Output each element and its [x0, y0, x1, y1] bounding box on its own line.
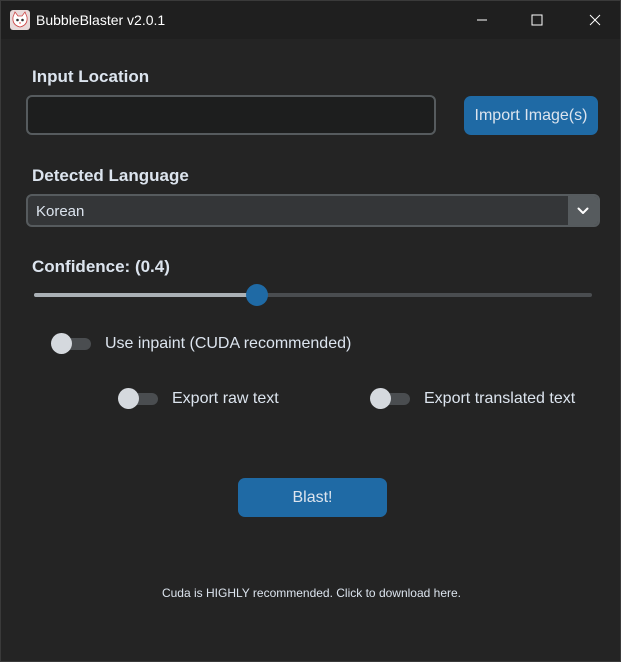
confidence-slider[interactable] — [34, 284, 592, 306]
switch-knob — [370, 388, 391, 409]
app-window: BubbleBlaster v2.0.1 Input Location Impo… — [0, 0, 621, 662]
language-dropdown-toggle[interactable] — [568, 196, 598, 225]
chevron-down-icon — [577, 207, 589, 214]
title-bar[interactable]: BubbleBlaster v2.0.1 — [1, 1, 620, 39]
blast-button[interactable]: Blast! — [238, 478, 387, 517]
input-location-field[interactable] — [26, 95, 436, 135]
language-selected-value: Korean — [36, 203, 85, 220]
export-translated-switch[interactable] — [370, 388, 410, 409]
language-dropdown[interactable]: Korean — [26, 194, 600, 227]
confidence-slider-thumb[interactable] — [246, 284, 269, 306]
export-translated-label: Export translated text — [424, 390, 576, 407]
cuda-download-link[interactable]: Cuda is HIGHLY recommended. Click to dow… — [1, 586, 621, 600]
maximize-icon — [531, 14, 543, 26]
import-images-button[interactable]: Import Image(s) — [464, 96, 598, 135]
cat-face-icon — [10, 10, 30, 30]
inpaint-switch[interactable] — [51, 333, 91, 354]
close-button[interactable] — [572, 1, 618, 39]
confidence-slider-fill — [34, 293, 258, 297]
close-icon — [589, 14, 601, 26]
detected-language-label: Detected Language — [32, 166, 189, 185]
maximize-button[interactable] — [514, 1, 560, 39]
input-location-label: Input Location — [32, 67, 150, 86]
confidence-label: Confidence: (0.4) — [32, 257, 170, 276]
minimize-button[interactable] — [459, 1, 505, 39]
switch-knob — [51, 333, 72, 354]
minimize-icon — [477, 19, 487, 21]
export-raw-switch[interactable] — [118, 388, 158, 409]
window-title: BubbleBlaster v2.0.1 — [36, 12, 166, 28]
inpaint-label: Use inpaint (CUDA recommended) — [105, 335, 352, 352]
export-raw-label: Export raw text — [172, 390, 279, 407]
switch-knob — [118, 388, 139, 409]
